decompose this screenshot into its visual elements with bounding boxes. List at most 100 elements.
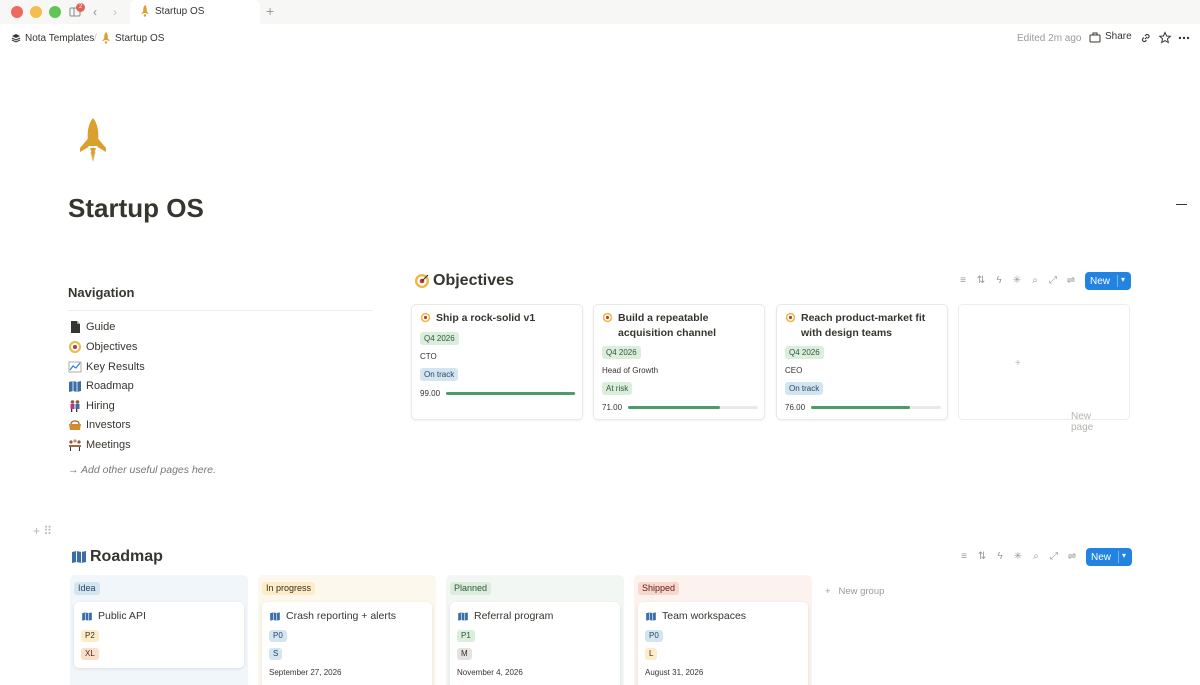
- nav-item-meetings[interactable]: Meetings: [68, 437, 131, 453]
- objective-title: Build a repeatable acquisition channel: [618, 312, 717, 339]
- size-tag: S: [269, 648, 283, 660]
- link-icon[interactable]: [1139, 31, 1153, 45]
- roadmap-new-button[interactable]: New ▾: [1086, 548, 1132, 566]
- nav-item-objectives[interactable]: Objectives: [68, 339, 137, 355]
- new-page-card[interactable]: + New page: [958, 304, 1130, 433]
- roadmap-heading[interactable]: Roadmap: [71, 548, 163, 566]
- objective-card[interactable]: Build a repeatable acquisition channel Q…: [593, 304, 765, 420]
- tab-title: Startup OS: [155, 6, 205, 17]
- expand-icon[interactable]: ⤢: [1047, 275, 1059, 287]
- breadcrumb-page[interactable]: Startup OS: [115, 33, 164, 44]
- column-status-tag[interactable]: Idea: [74, 582, 100, 595]
- top-navigation: Nota Templates / Startup OS Edited 2m ag…: [0, 28, 1200, 48]
- target-icon: [420, 312, 431, 323]
- breadcrumb-separator: /: [94, 33, 97, 44]
- rocket-page-icon[interactable]: [78, 116, 108, 164]
- objectives-new-button[interactable]: New ▾: [1085, 272, 1131, 290]
- new-button-label: New: [1091, 551, 1112, 563]
- workspace-stack-icon: [11, 34, 21, 43]
- objective-title: Reach product-market fit with design tea…: [801, 312, 926, 339]
- new-button-label: New: [1090, 275, 1111, 287]
- navigation-heading: Navigation: [68, 285, 135, 300]
- column-status-tag[interactable]: Shipped: [638, 582, 680, 595]
- roadmap-card-title: Public API: [98, 610, 146, 622]
- nav-item-label: Meetings: [86, 439, 131, 451]
- roadmap-card[interactable]: Public API P2 XL: [74, 602, 244, 668]
- ai-sparkle-icon[interactable]: ✳: [1011, 275, 1023, 287]
- objective-card[interactable]: Reach product-market fit with design tea…: [776, 304, 948, 420]
- sort-icon[interactable]: ⇅: [975, 275, 987, 287]
- block-drag-handle[interactable]: + ⠿: [33, 524, 52, 538]
- new-group-label: New group: [838, 586, 885, 597]
- nav-item-label: Key Results: [86, 361, 145, 373]
- outline-toggle[interactable]: [1176, 204, 1187, 205]
- back-arrow-icon[interactable]: ‹: [93, 4, 97, 20]
- close-window-button[interactable]: [11, 6, 23, 18]
- roadmap-card[interactable]: Crash reporting + alerts P0 S September …: [262, 602, 432, 685]
- share-button[interactable]: Share: [1105, 31, 1132, 42]
- size-tag: XL: [81, 648, 99, 660]
- chevron-down-icon[interactable]: ▾: [1122, 551, 1126, 560]
- progress-bar: [811, 406, 941, 409]
- column-status-tag[interactable]: In progress: [262, 582, 316, 595]
- priority-tag: P0: [269, 630, 287, 642]
- nav-item-key-results[interactable]: Key Results: [68, 359, 145, 375]
- more-options-icon[interactable]: [1177, 31, 1191, 45]
- objective-card[interactable]: Ship a rock-solid v1 Q4 2026 CTO On trac…: [411, 304, 583, 420]
- nav-item-label: Roadmap: [86, 380, 134, 392]
- map-icon: [72, 551, 86, 563]
- star-icon[interactable]: [1158, 31, 1172, 45]
- maximize-window-button[interactable]: [49, 6, 61, 18]
- automation-bolt-icon[interactable]: ϟ: [993, 275, 1005, 287]
- navigation-hint[interactable]: → Add other useful pages here.: [68, 464, 216, 476]
- edited-status: Edited 2m ago: [1017, 33, 1082, 44]
- priority-tag: P2: [81, 630, 99, 642]
- settings-sliders-icon[interactable]: ⇌: [1066, 551, 1078, 563]
- size-tag: L: [645, 648, 658, 660]
- progress-value: 76.00: [785, 403, 806, 412]
- map-icon: [270, 612, 280, 621]
- minimize-window-button[interactable]: [30, 6, 42, 18]
- search-icon[interactable]: ⌕: [1029, 275, 1041, 287]
- quarter-tag: Q4 2026: [602, 346, 641, 359]
- nav-item-guide[interactable]: Guide: [68, 319, 115, 335]
- notification-badge: 2: [76, 3, 85, 12]
- priority-tag: P0: [645, 630, 663, 642]
- column-status-tag[interactable]: Planned: [450, 582, 492, 595]
- share-icon: [1089, 32, 1101, 43]
- title-bar: 2 ‹ › Startup OS +: [0, 0, 1200, 24]
- settings-sliders-icon[interactable]: ⇌: [1065, 275, 1077, 287]
- owner-label: Head of Growth: [602, 366, 659, 375]
- page-title: Startup OS: [68, 193, 204, 223]
- nav-item-label: Guide: [86, 321, 116, 333]
- browser-tab[interactable]: Startup OS: [130, 0, 260, 24]
- new-group-button[interactable]: + New group: [825, 586, 884, 597]
- objective-title: Ship a rock-solid v1: [436, 312, 536, 324]
- search-icon[interactable]: ⌕: [1030, 551, 1042, 563]
- objectives-heading[interactable]: Objectives: [414, 272, 514, 290]
- ai-sparkle-icon[interactable]: ✳: [1012, 551, 1024, 563]
- target-icon: [602, 312, 613, 323]
- filter-icon[interactable]: ≡: [957, 275, 969, 287]
- due-date: November 4, 2026: [457, 668, 523, 677]
- breadcrumb-workspace[interactable]: Nota Templates: [25, 33, 94, 44]
- sort-icon[interactable]: ⇅: [976, 551, 988, 563]
- new-tab-plus-icon[interactable]: +: [266, 3, 274, 19]
- roadmap-card[interactable]: Referral program P1 M November 4, 2026: [450, 602, 620, 685]
- nav-item-label: Hiring: [86, 400, 115, 412]
- map-icon: [458, 612, 468, 621]
- forward-arrow-icon[interactable]: ›: [113, 4, 117, 20]
- automation-bolt-icon[interactable]: ϟ: [994, 551, 1006, 563]
- size-tag: M: [457, 648, 472, 660]
- nav-item-roadmap[interactable]: Roadmap: [68, 378, 134, 394]
- status-tag: At risk: [602, 382, 633, 395]
- divider: [68, 310, 373, 311]
- filter-icon[interactable]: ≡: [958, 551, 970, 563]
- expand-icon[interactable]: ⤢: [1048, 551, 1060, 563]
- nav-item-hiring[interactable]: Hiring: [68, 398, 115, 414]
- progress-fill: [628, 406, 721, 409]
- chart-icon: [68, 361, 82, 373]
- roadmap-card[interactable]: Team workspaces P0 L August 31, 2026: [638, 602, 808, 685]
- chevron-down-icon[interactable]: ▾: [1121, 275, 1125, 284]
- nav-item-investors[interactable]: Investors: [68, 417, 131, 433]
